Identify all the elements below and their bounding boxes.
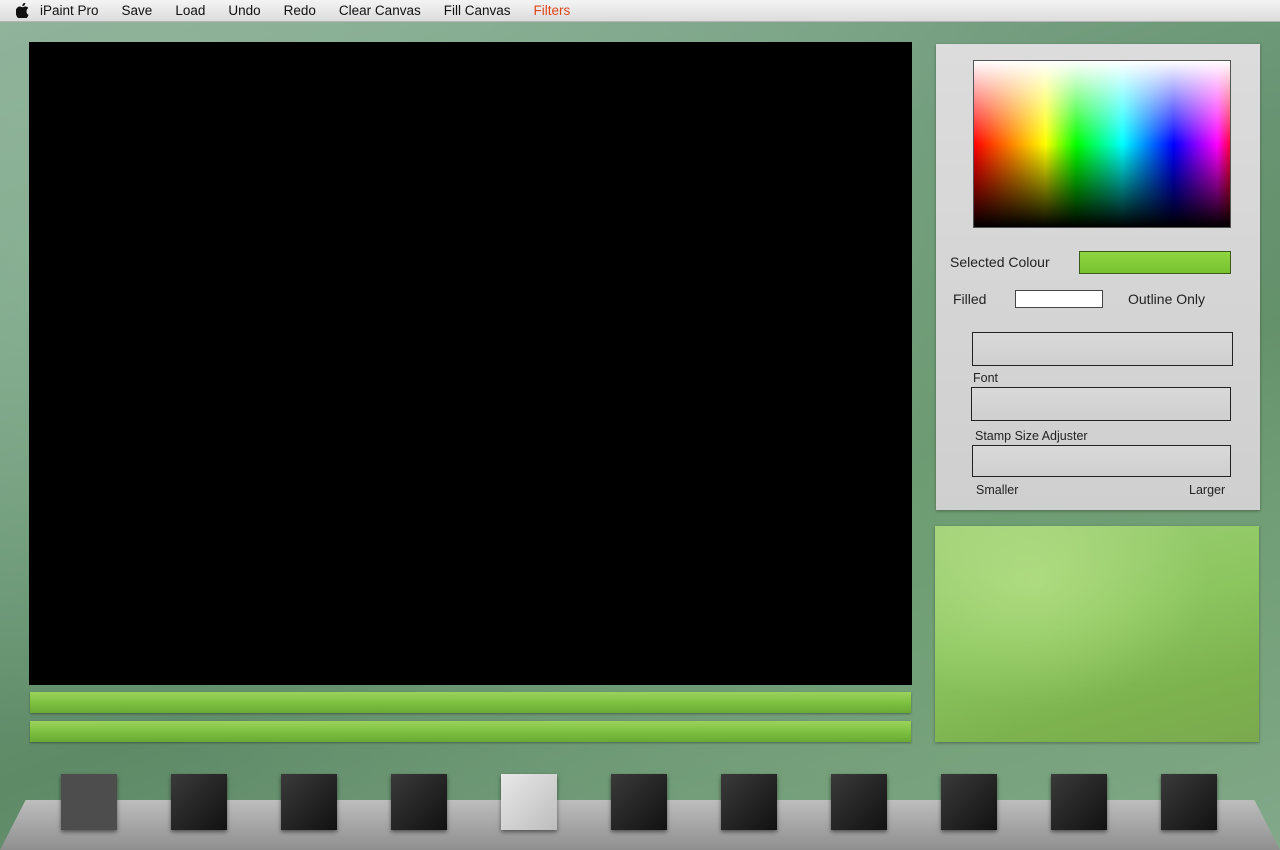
tool-button-11[interactable] <box>1161 774 1217 830</box>
tool-button-7[interactable] <box>721 774 777 830</box>
font-label: Font <box>973 371 999 385</box>
tool-button-9[interactable] <box>941 774 997 830</box>
tool-options-panel: Selected Colour Filled Outline Only Font… <box>936 44 1260 510</box>
slider-bar-2[interactable] <box>30 721 911 742</box>
colour-picker[interactable] <box>973 60 1231 228</box>
stamp-preview <box>935 526 1259 742</box>
menu-filters[interactable]: Filters <box>534 3 571 18</box>
menu-save[interactable]: Save <box>122 3 153 18</box>
larger-label: Larger <box>1189 483 1226 497</box>
menu-bar: iPaint Pro Save Load Undo Redo Clear Can… <box>0 0 1280 22</box>
tool-button-8[interactable] <box>831 774 887 830</box>
tool-button-3[interactable] <box>281 774 337 830</box>
menu-app-name[interactable]: iPaint Pro <box>40 3 99 18</box>
stamp-size-slider[interactable] <box>972 445 1231 477</box>
fill-mode-toggle[interactable] <box>1015 290 1103 308</box>
tool-button-4[interactable] <box>391 774 447 830</box>
text-input-field[interactable] <box>972 332 1233 366</box>
menu-load[interactable]: Load <box>175 3 205 18</box>
apple-icon[interactable] <box>16 3 30 19</box>
tool-button-2[interactable] <box>171 774 227 830</box>
tool-button-1[interactable] <box>61 774 117 830</box>
filled-label: Filled <box>953 291 987 307</box>
outline-only-label: Outline Only <box>1128 291 1206 307</box>
menu-undo[interactable]: Undo <box>228 3 260 18</box>
drawing-canvas[interactable] <box>29 42 912 685</box>
slider-bar-1[interactable] <box>30 692 911 713</box>
smaller-label: Smaller <box>976 483 1019 497</box>
tool-button-5[interactable] <box>501 774 557 830</box>
stamp-size-label: Stamp Size Adjuster <box>975 429 1088 443</box>
selected-colour-swatch <box>1079 251 1231 274</box>
menu-redo[interactable]: Redo <box>284 3 316 18</box>
font-selector[interactable] <box>971 387 1231 421</box>
menu-clear-canvas[interactable]: Clear Canvas <box>339 3 421 18</box>
tool-button-10[interactable] <box>1051 774 1107 830</box>
tool-button-6[interactable] <box>611 774 667 830</box>
selected-colour-label: Selected Colour <box>950 254 1050 270</box>
menu-fill-canvas[interactable]: Fill Canvas <box>444 3 511 18</box>
